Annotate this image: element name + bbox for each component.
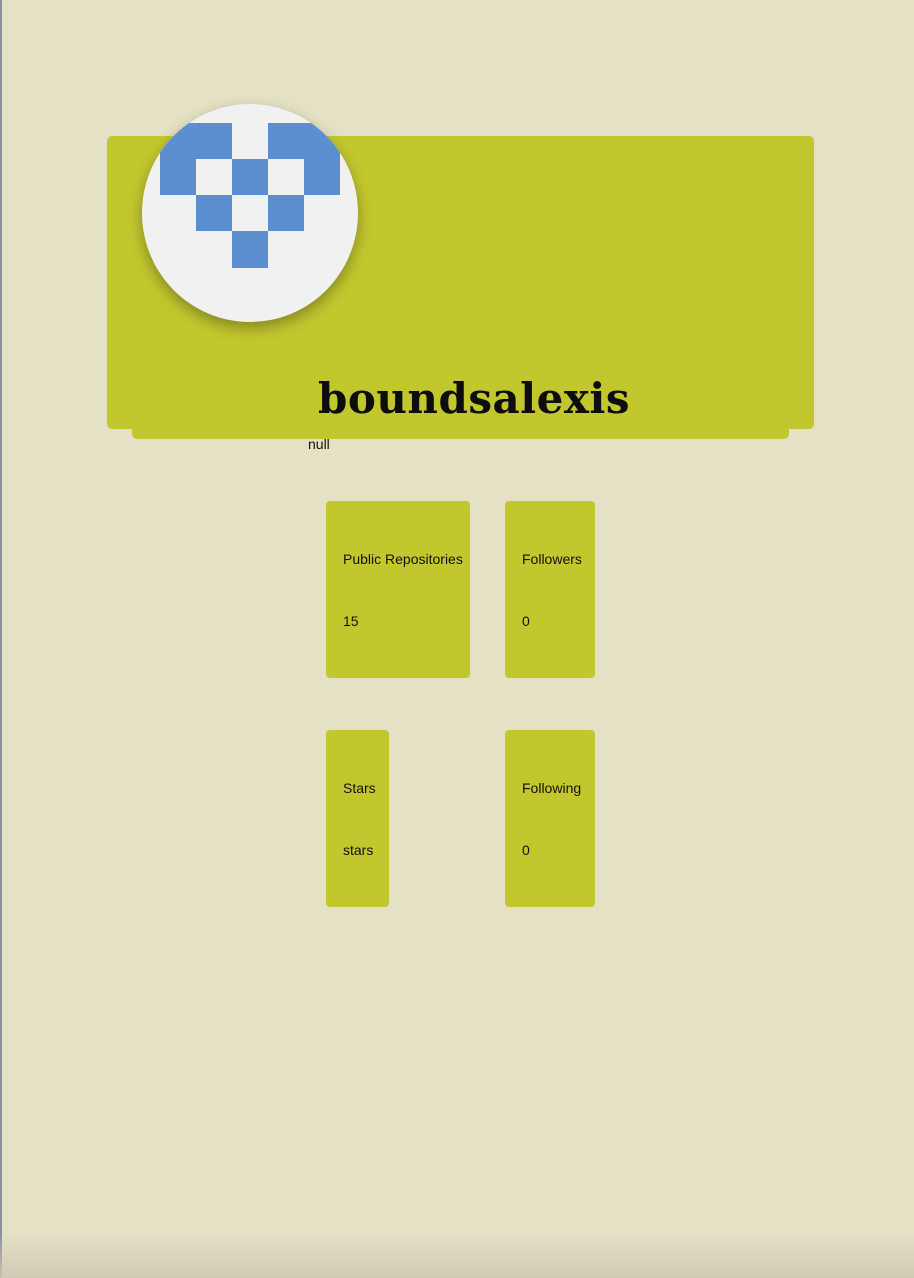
bio-text: null [308,436,330,452]
stat-value: 0 [522,842,530,858]
stat-card-followers: Followers 0 [505,501,595,678]
stat-label: Following [522,780,582,796]
username-heading: boundsalexis [318,374,630,423]
avatar [142,104,358,322]
stat-value: stars [343,842,374,858]
stat-label: Public Repositories [343,551,463,567]
bottom-fade [0,1232,914,1278]
stat-label: Stars [343,780,376,796]
stat-value: 0 [522,613,530,629]
stat-value: 15 [343,613,359,629]
identicon-avatar-icon [160,123,340,268]
stat-card-public-repositories: Public Repositories 15 [326,501,470,678]
stat-card-following: Following 0 [505,730,595,907]
stat-card-stars: Stars stars [326,730,389,907]
left-edge-rule [0,0,2,1278]
stat-label: Followers [522,551,582,567]
